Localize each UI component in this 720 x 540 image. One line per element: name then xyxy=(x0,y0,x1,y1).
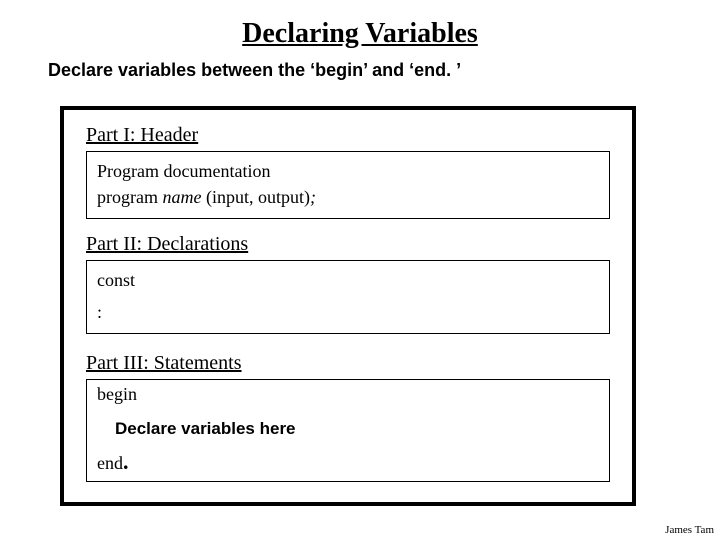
header-box: Program documentation program name (inpu… xyxy=(86,151,610,219)
declarations-colon: : xyxy=(97,299,599,325)
part-statements-heading: Part III: Statements xyxy=(86,352,610,375)
const-keyword: const xyxy=(97,267,599,293)
program-decl-line: program name (input, output); xyxy=(97,184,599,210)
program-io: (input, output) xyxy=(201,187,310,207)
program-doc-line: Program documentation xyxy=(97,158,599,184)
declare-variables-here: Declare variables here xyxy=(115,419,599,439)
slide: Declaring Variables Declare variables be… xyxy=(0,0,720,540)
end-dot: . xyxy=(123,449,129,474)
statements-box: begin Declare variables here end. xyxy=(86,379,610,482)
slide-title: Declaring Variables xyxy=(0,18,720,50)
declarations-box: const : xyxy=(86,260,610,334)
program-structure-box: Part I: Header Program documentation pro… xyxy=(60,106,636,506)
program-keyword: program xyxy=(97,187,162,207)
slide-subtitle: Declare variables between the ‘begin’ an… xyxy=(48,60,720,81)
begin-keyword: begin xyxy=(97,384,599,405)
part-declarations-heading: Part II: Declarations xyxy=(86,233,610,256)
footer-author: James Tam xyxy=(665,524,714,536)
program-semicolon: ; xyxy=(310,187,316,207)
program-name: name xyxy=(162,187,201,207)
end-line: end. xyxy=(97,449,599,475)
end-keyword: end xyxy=(97,453,123,473)
part-header-heading: Part I: Header xyxy=(86,124,610,147)
